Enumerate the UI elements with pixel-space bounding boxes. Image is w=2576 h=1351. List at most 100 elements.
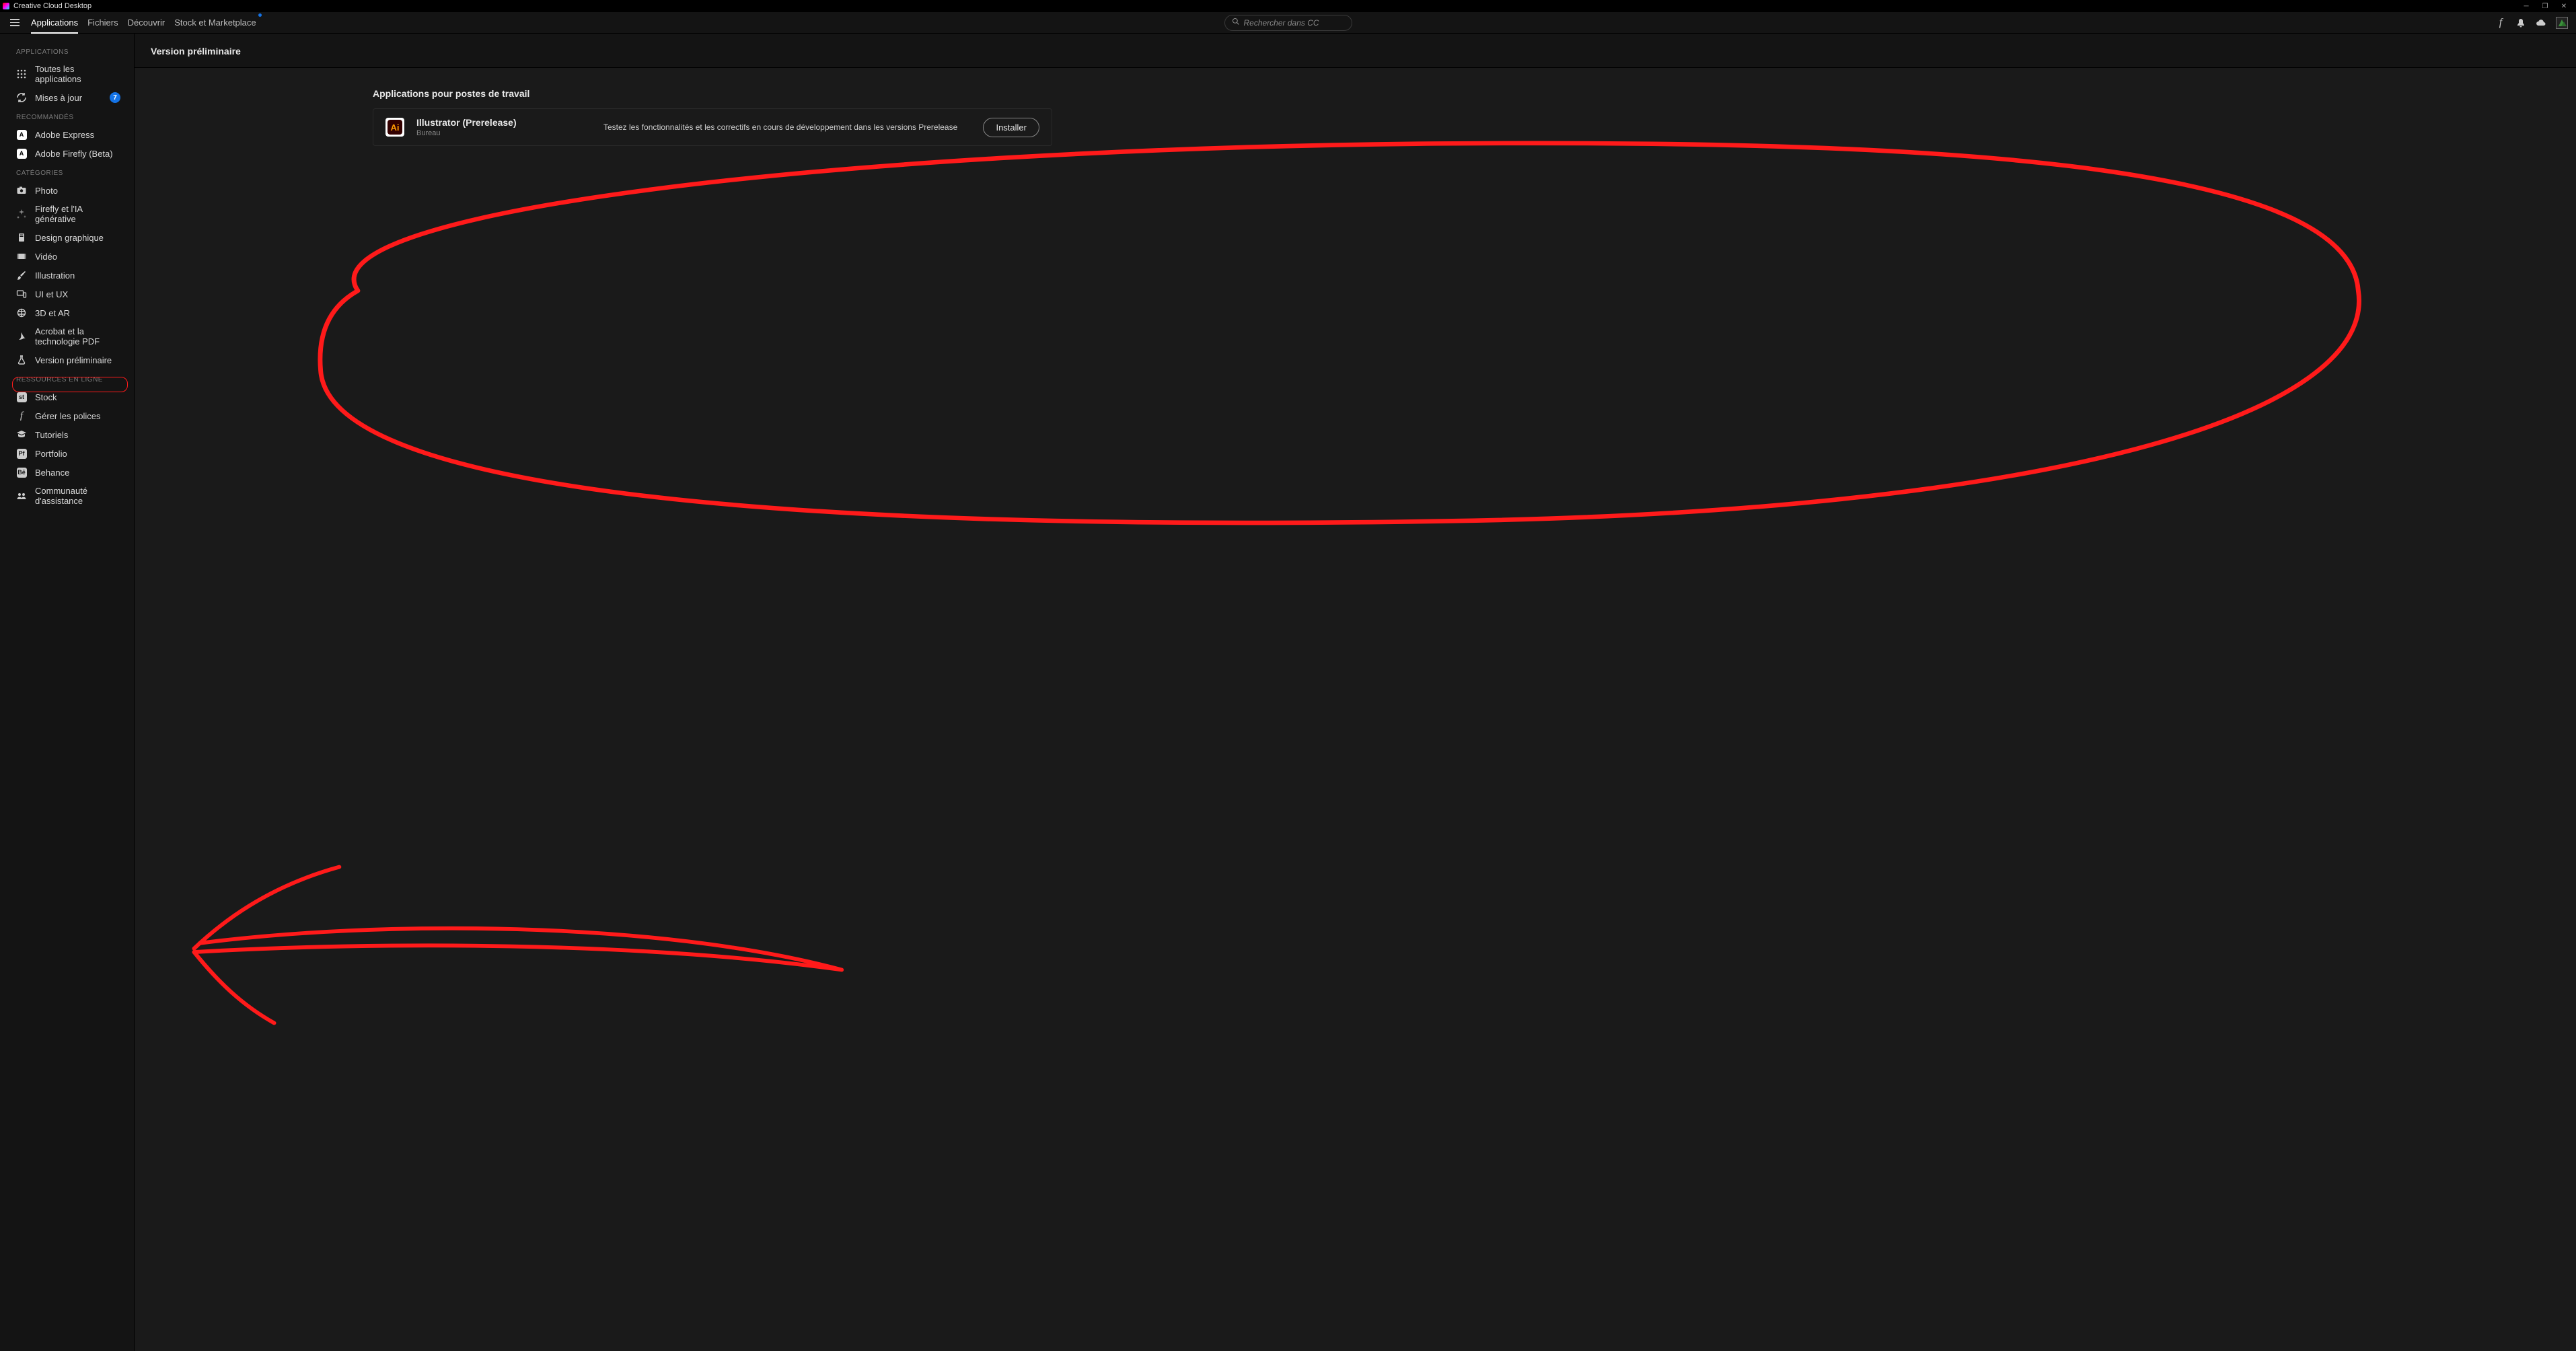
grad-icon (16, 429, 27, 440)
sidebar-item-label: Behance (35, 468, 69, 478)
window-minimize-button[interactable]: ─ (2517, 0, 2536, 12)
sidebar-item-gerer-les-polices[interactable]: f Gérer les polices (0, 406, 134, 425)
sidebar: APPLICATIONS Toutes les applications Mises… (0, 34, 135, 1351)
sparkle-icon (16, 209, 27, 219)
search-icon (1232, 17, 1240, 28)
sidebar-item-communaute-d-assistance[interactable]: Communauté d'assistance (0, 482, 134, 510)
window-titlebar: Creative Cloud Desktop ─ ❐ ✕ (0, 0, 2576, 12)
sidebar-item-label: Photo (35, 186, 58, 196)
sidebar-item-label: Illustration (35, 270, 75, 281)
font-icon: f (16, 410, 27, 421)
cloud-sync-icon[interactable] (2536, 17, 2546, 28)
nav-tabs: Applications Fichiers Découvrir Stock et Ma… (31, 12, 256, 33)
window-title: Creative Cloud Desktop (13, 2, 91, 10)
sidebar-item-3d-et-ar[interactable]: 3D et AR (0, 303, 134, 322)
flask-icon (16, 355, 27, 365)
install-button[interactable]: Installer (983, 118, 1039, 137)
sidebar-item-design-graphique[interactable]: Design graphique (0, 228, 134, 247)
grid-icon (16, 69, 27, 79)
sidebar-item-portfolio[interactable]: Pf Portfolio (0, 444, 134, 463)
devices-icon (16, 289, 27, 299)
nav-tab-label: Applications (31, 17, 78, 28)
sidebar-section-header: RECOMMANDÉS (0, 107, 134, 125)
sidebar-item-label: Adobe Firefly (Beta) (35, 149, 113, 159)
stock-icon: st (16, 392, 27, 402)
app-meta: Illustrator (Prerelease)Bureau (416, 117, 591, 137)
firefly-icon: A (16, 148, 27, 159)
sidebar-item-illustration[interactable]: Illustration (0, 266, 134, 285)
express-icon: A (16, 129, 27, 140)
app-name: Illustrator (Prerelease) (416, 117, 591, 128)
sidebar-item-label: Mises à jour (35, 93, 82, 103)
search-box[interactable] (1224, 15, 1352, 31)
page-title: Version préliminaire (135, 34, 2576, 68)
window-close-button[interactable]: ✕ (2554, 0, 2573, 12)
user-avatar[interactable] (2556, 17, 2568, 29)
globe3d-icon (16, 307, 27, 318)
sidebar-item-adobe-firefly-beta[interactable]: A Adobe Firefly (Beta) (0, 144, 134, 163)
sidebar-item-label: Toutes les applications (35, 64, 120, 84)
sidebar-item-label: Tutoriels (35, 430, 68, 440)
sidebar-item-mises-a-jour[interactable]: Mises à jour 7 (0, 88, 134, 107)
sidebar-item-label: UI et UX (35, 289, 68, 299)
sidebar-item-video[interactable]: Vidéo (0, 247, 134, 266)
window-maximize-button[interactable]: ❐ (2536, 0, 2554, 12)
sidebar-item-label: Stock (35, 392, 57, 402)
video-icon (16, 251, 27, 262)
behance-icon: Bē (16, 467, 27, 478)
sidebar-item-label: 3D et AR (35, 308, 70, 318)
sidebar-item-label: Version préliminaire (35, 355, 112, 365)
nav-tab-decouvrir[interactable]: Découvrir (128, 12, 165, 33)
sidebar-item-label: Firefly et l'IA générative (35, 204, 120, 224)
brush-icon (16, 270, 27, 281)
search-input[interactable] (1244, 18, 1350, 28)
section-title: Applications pour postes de travail (135, 88, 2576, 99)
sidebar-item-label: Acrobat et la technologie PDF (35, 326, 120, 346)
sidebar-item-stock[interactable]: st Stock (0, 388, 134, 406)
sidebar-item-ui-et-ux[interactable]: UI et UX (0, 285, 134, 303)
sidebar-item-label: Gérer les polices (35, 411, 101, 421)
app-card: Ai Illustrator (Prerelease)Bureau Testez l… (373, 108, 1052, 146)
sidebar-item-label: Communauté d'assistance (35, 486, 120, 506)
sidebar-section-header: CATÉGORIES (0, 163, 134, 181)
sidebar-item-photo[interactable]: Photo (0, 181, 134, 200)
sidebar-item-label: Adobe Express (35, 130, 94, 140)
portfolio-icon: Pf (16, 448, 27, 459)
sidebar-item-label: Design graphique (35, 233, 104, 243)
main-content: Version préliminaire Applications pour p… (135, 34, 2576, 1351)
sidebar-item-behance[interactable]: Bē Behance (0, 463, 134, 482)
app-description: Testez les fonctionnalités et les correc… (603, 122, 971, 132)
acrobat-icon (16, 331, 27, 342)
community-icon (16, 490, 27, 501)
sidebar-section-header: RESSOURCES EN LIGNE (0, 369, 134, 388)
app-logo-icon (3, 3, 9, 9)
sidebar-item-tutoriels[interactable]: Tutoriels (0, 425, 134, 444)
sidebar-section-header: APPLICATIONS (0, 42, 134, 60)
sidebar-item-label: Vidéo (35, 252, 57, 262)
nav-tab-stock[interactable]: Stock et Marketplace (174, 12, 256, 33)
sidebar-item-adobe-express[interactable]: A Adobe Express (0, 125, 134, 144)
sidebar-item-label: Portfolio (35, 449, 67, 459)
nav-tab-label: Découvrir (128, 17, 165, 28)
sidebar-item-firefly-et-l-ia-generative[interactable]: Firefly et l'IA générative (0, 200, 134, 228)
svg-text:Ai: Ai (391, 122, 400, 133)
fonts-icon[interactable]: f (2495, 17, 2506, 28)
camera-icon (16, 185, 27, 196)
nav-tab-label: Stock et Marketplace (174, 17, 256, 28)
nav-tab-applications[interactable]: Applications (31, 12, 78, 33)
nav-tab-fichiers[interactable]: Fichiers (87, 12, 118, 33)
palette-icon (16, 232, 27, 243)
nav-tab-label: Fichiers (87, 17, 118, 28)
hamburger-menu-button[interactable] (8, 16, 22, 30)
top-nav-bar: Applications Fichiers Découvrir Stock et Ma… (0, 12, 2576, 34)
update-dot-icon (258, 13, 262, 17)
update-count-badge: 7 (110, 92, 120, 103)
app-icon-illustrator: Ai (385, 118, 404, 137)
notification-bell-icon[interactable] (2515, 17, 2526, 28)
refresh-icon (16, 92, 27, 103)
sidebar-item-version-preliminaire[interactable]: Version préliminaire (0, 351, 134, 369)
annotation-overlay (135, 34, 2576, 1351)
app-platform-label: Bureau (416, 129, 591, 137)
sidebar-item-toutes-les-applications[interactable]: Toutes les applications (0, 60, 134, 88)
sidebar-item-acrobat-et-la-technologie-pdf[interactable]: Acrobat et la technologie PDF (0, 322, 134, 351)
